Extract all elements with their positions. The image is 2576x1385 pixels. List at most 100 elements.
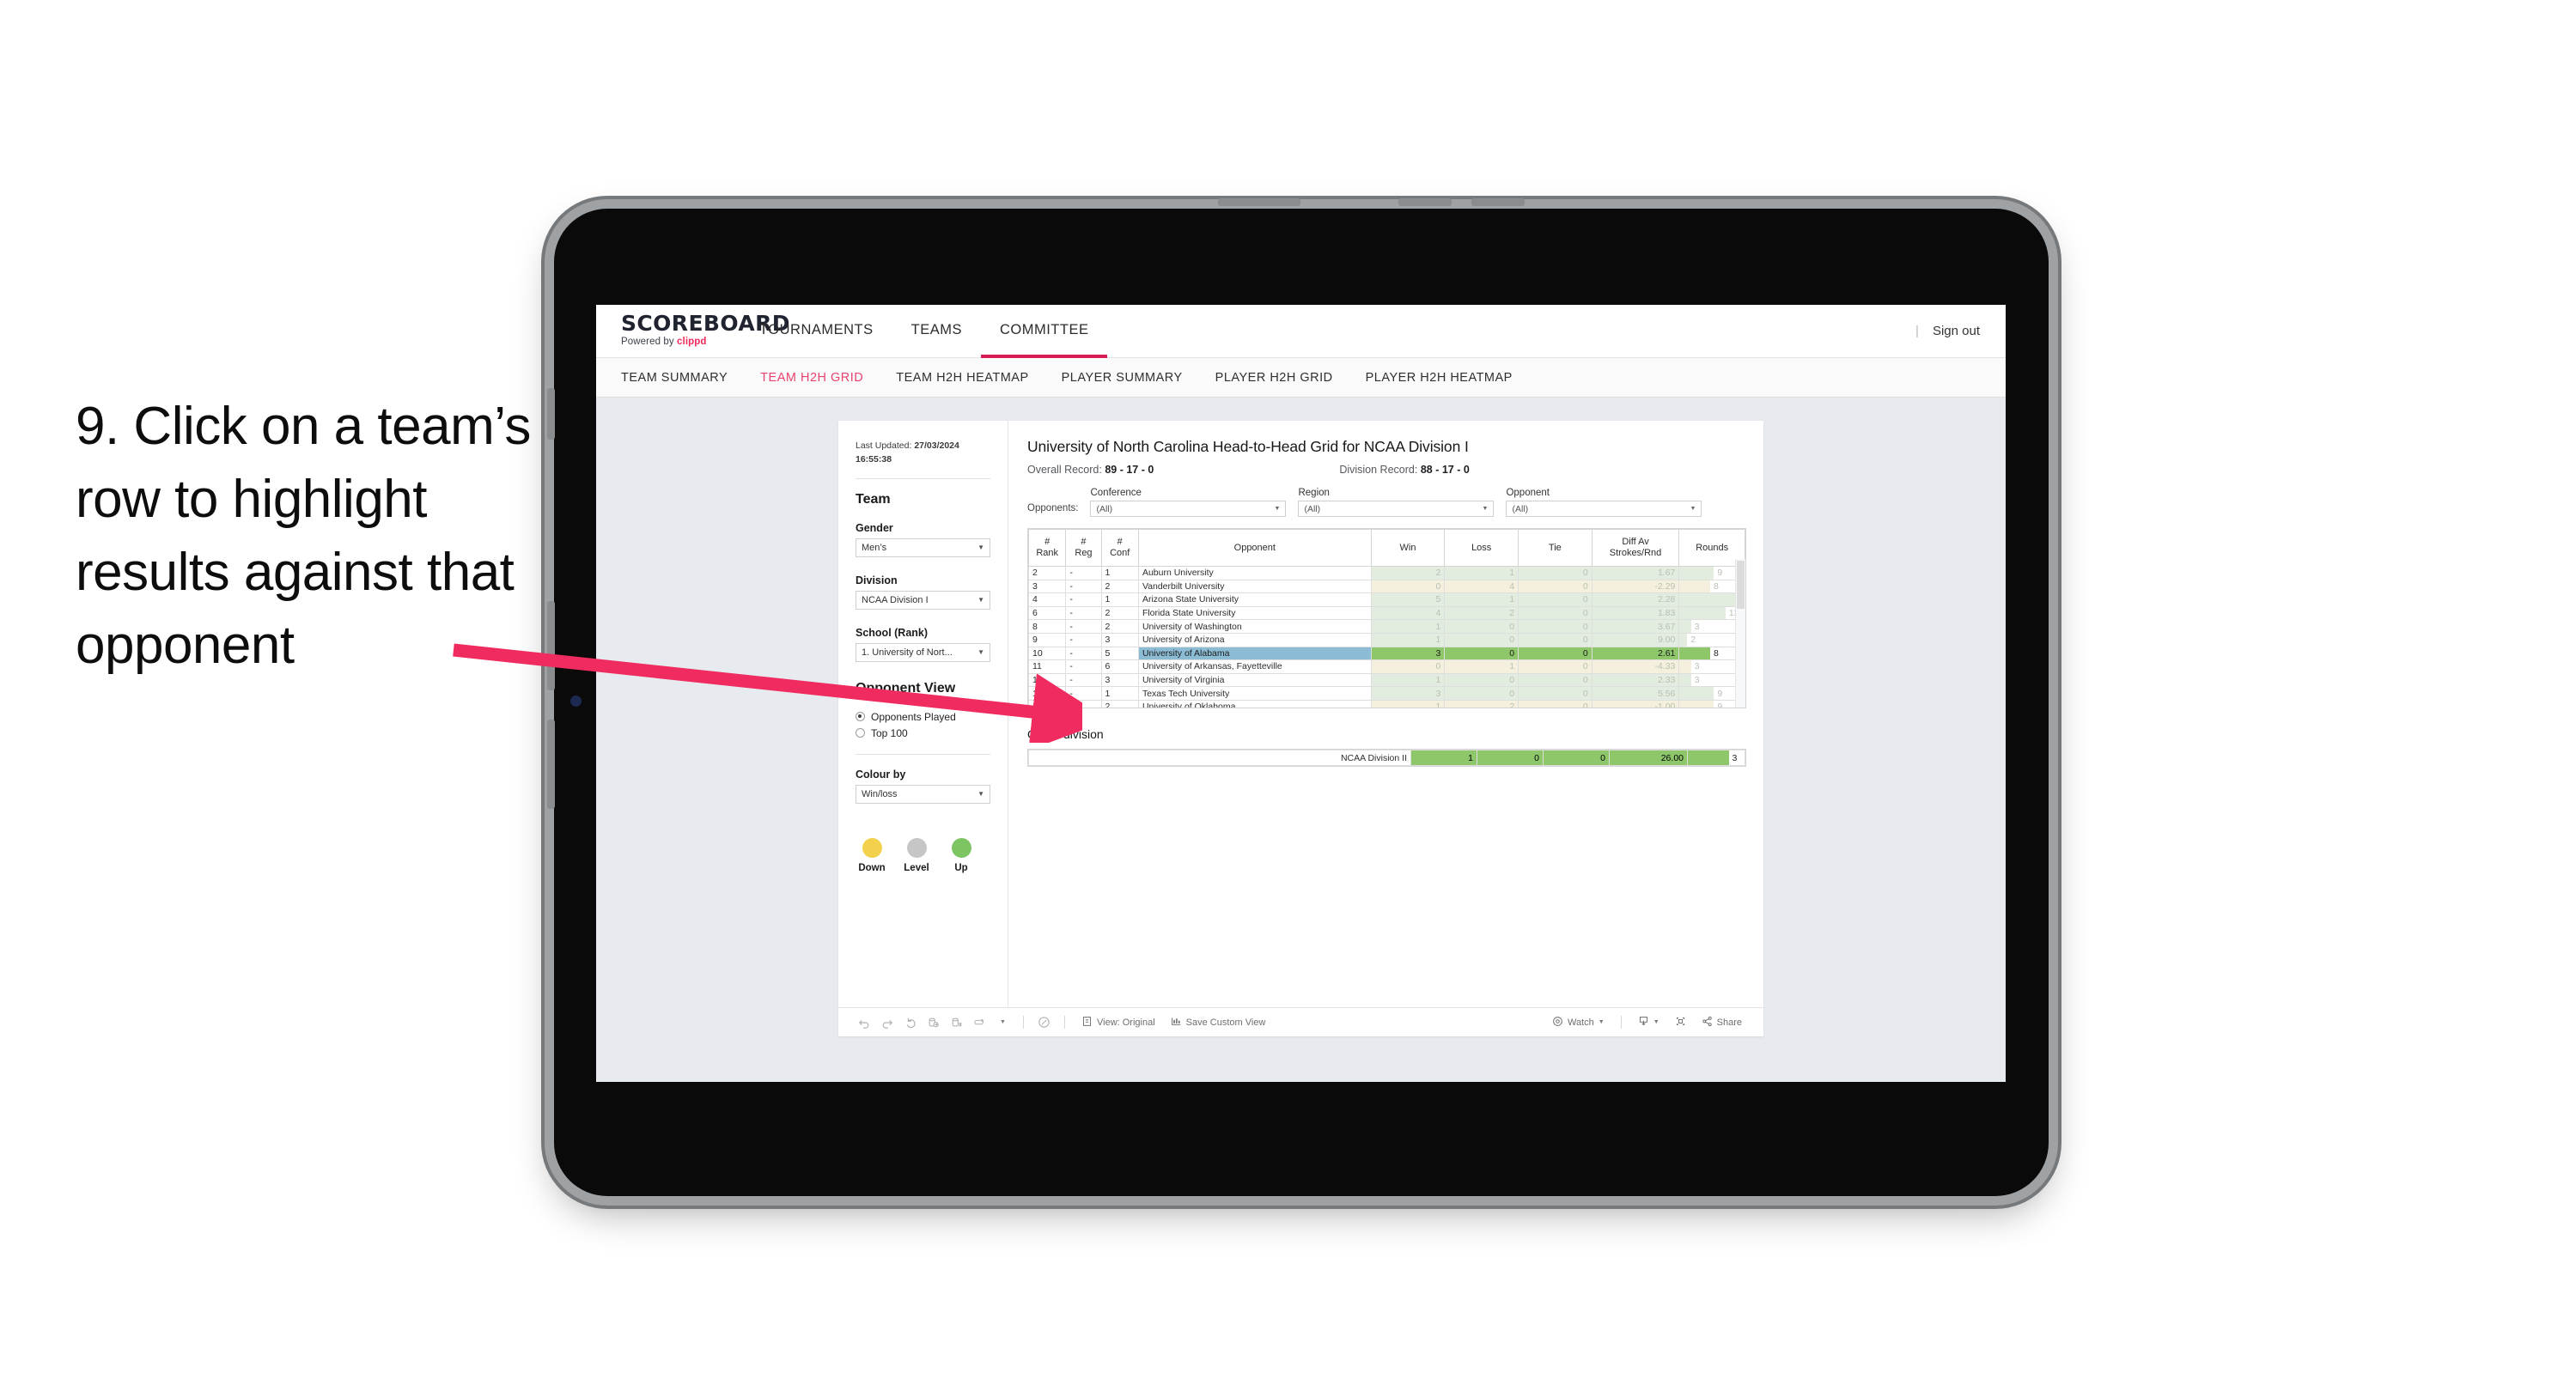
- cell-conf: 2: [1100, 699, 1139, 708]
- refresh-icon[interactable]: [922, 1013, 945, 1032]
- sidebar-divider-2: [856, 753, 990, 755]
- cell-diff-av-strokes: 5.56: [1591, 686, 1680, 701]
- sign-out-link[interactable]: Sign out: [1933, 324, 1980, 338]
- col-conf-l2: Conf: [1110, 548, 1130, 558]
- chevron-down-icon: ▼: [977, 790, 984, 798]
- out-of-division-row[interactable]: NCAA Division II 1 0 0 26.00 3: [1028, 750, 1745, 766]
- table-row[interactable]: 6-2 Florida State University 4 2 0 1.83 12: [1028, 605, 1745, 621]
- cell-opponent: Arizona State University: [1137, 592, 1372, 607]
- side-button-bottom[interactable]: [547, 720, 555, 809]
- subnav-team-h2h-grid[interactable]: TEAM H2H GRID: [760, 371, 863, 385]
- cell-rounds: 3: [1687, 750, 1745, 766]
- rounds-value: 3: [1694, 675, 1700, 686]
- grid-scrollbar-track[interactable]: [1735, 559, 1745, 708]
- opponent-filter-row: Opponents: Conference (All) ▼ Region (Al…: [1027, 488, 1746, 517]
- subnav-player-h2h-grid[interactable]: PLAYER H2H GRID: [1215, 371, 1333, 385]
- watch-button[interactable]: Watch ▼: [1544, 1013, 1612, 1032]
- subnav-team-summary[interactable]: TEAM SUMMARY: [621, 371, 728, 385]
- table-row[interactable]: 14-2 University of Oklahoma 1 2 0 -1.00 9: [1028, 699, 1745, 708]
- auto-update-icon[interactable]: [968, 1013, 991, 1032]
- cell-opponent: University of Oklahoma: [1137, 699, 1372, 708]
- volume-down-button[interactable]: [1471, 198, 1525, 206]
- table-row[interactable]: 13-1 Texas Tech University 3 0 0 5.56 9: [1028, 686, 1745, 701]
- subnav-player-summary[interactable]: PLAYER SUMMARY: [1062, 371, 1183, 385]
- view-original-button[interactable]: View: Original: [1074, 1013, 1163, 1032]
- nav-tournaments[interactable]: TOURNAMENTS: [740, 305, 892, 358]
- nav-teams[interactable]: TEAMS: [892, 305, 981, 358]
- school-rank-select[interactable]: 1. University of Nort... ▼: [856, 642, 990, 662]
- legend-dot-down: [862, 837, 882, 858]
- save-view-icon: [1171, 1016, 1182, 1030]
- power-button[interactable]: [1218, 198, 1300, 206]
- viz-toolbar: ▼ View: Original Save Custom View Watch …: [838, 1007, 1763, 1036]
- region-select[interactable]: (All) ▼: [1298, 501, 1495, 517]
- redo-icon[interactable]: [875, 1013, 898, 1032]
- rounds-value: 8: [1713, 580, 1719, 592]
- cell-rank: 3: [1028, 579, 1067, 594]
- cell-diff-av-strokes: 2.61: [1591, 646, 1680, 661]
- side-button-middle[interactable]: [547, 601, 555, 690]
- cell-tie: 0: [1518, 686, 1592, 701]
- presentation-mode-icon[interactable]: [1032, 1013, 1056, 1032]
- fullscreen-button[interactable]: [1667, 1013, 1694, 1032]
- table-row[interactable]: 8-2 University of Washington 1 0 0 3.67 3: [1028, 619, 1745, 634]
- chevron-down-icon: ▼: [977, 544, 984, 551]
- table-row[interactable]: 10-5 University of Alabama 3 0 0 2.61 8: [1028, 646, 1745, 661]
- cell-reg: -: [1065, 619, 1102, 634]
- view-original-label: View: Original: [1097, 1017, 1155, 1028]
- volume-up-button[interactable]: [1398, 198, 1452, 206]
- cell-diff-av-strokes: 2.28: [1591, 592, 1680, 607]
- colour-by-select[interactable]: Win/loss ▼: [856, 784, 990, 804]
- top-nav-items: TOURNAMENTS TEAMS COMMITTEE: [740, 305, 1108, 358]
- division-select[interactable]: NCAA Division I ▼: [856, 590, 990, 610]
- download-button[interactable]: ▼: [1630, 1013, 1667, 1032]
- opponent-value: (All): [1512, 503, 1529, 514]
- share-button[interactable]: Share: [1694, 1013, 1750, 1032]
- brand-powered-prefix: Powered by: [621, 337, 674, 347]
- conference-value: (All): [1096, 503, 1113, 514]
- table-row[interactable]: 3-2 Vanderbilt University 0 4 0 -2.29 8: [1028, 579, 1745, 594]
- cell-tie: 0: [1518, 659, 1592, 674]
- opponent-select[interactable]: (All) ▼: [1506, 501, 1702, 517]
- pause-icon[interactable]: [945, 1013, 968, 1032]
- cell-diff-av-strokes: 26.00: [1609, 750, 1688, 766]
- grid-scrollbar-thumb[interactable]: [1737, 561, 1745, 609]
- subnav-team-h2h-heatmap[interactable]: TEAM H2H HEATMAP: [896, 371, 1028, 385]
- undo-icon[interactable]: [852, 1013, 875, 1032]
- workspace: Last Updated: 27/03/2024 16:55:38 Team G…: [596, 398, 2006, 1082]
- cell-diff-av-strokes: -1.00: [1591, 699, 1680, 708]
- rounds-bar: [1679, 647, 1710, 659]
- cell-diff-av-strokes: 3.67: [1591, 619, 1680, 634]
- save-custom-view-button[interactable]: Save Custom View: [1163, 1013, 1274, 1032]
- table-row[interactable]: 12-3 University of Virginia 1 0 0 2.33 3: [1028, 672, 1745, 688]
- division-record-value: 88 - 17 - 0: [1420, 464, 1470, 476]
- revert-icon[interactable]: [898, 1013, 922, 1032]
- subnav-player-h2h-heatmap[interactable]: PLAYER H2H HEATMAP: [1366, 371, 1513, 385]
- overall-record-label: Overall Record:: [1027, 464, 1102, 476]
- cell-loss: 2: [1444, 605, 1519, 621]
- out-of-division-container: NCAA Division II 1 0 0 26.00 3: [1027, 749, 1746, 767]
- radio-top-100[interactable]: Top 100: [856, 727, 990, 739]
- conference-select[interactable]: (All) ▼: [1090, 501, 1287, 517]
- table-row[interactable]: 9-3 University of Arizona 1 0 0 9.00 2: [1028, 632, 1745, 647]
- toolbar-divider-3: [1620, 1016, 1622, 1029]
- h2h-grid-container: # Rank # Reg # Conf Opponent Win Loss Ti…: [1027, 528, 1746, 708]
- cell-win: 1: [1370, 632, 1446, 647]
- cell-tie: 0: [1518, 672, 1592, 688]
- radio-opponents-played[interactable]: Opponents Played: [856, 711, 990, 723]
- table-row[interactable]: 4-1Arizona State University5102.2817: [1028, 592, 1745, 607]
- colour-by-value: Win/loss: [862, 788, 898, 799]
- opponent-filter: Opponent (All) ▼: [1506, 488, 1702, 517]
- col-rank: # Rank: [1028, 529, 1067, 567]
- rounds-bar: [1679, 674, 1691, 686]
- table-row[interactable]: 11-6 University of Arkansas, Fayetteville…: [1028, 659, 1745, 674]
- cell-opponent: University of Arizona: [1137, 632, 1372, 647]
- auto-update-caret-icon[interactable]: ▼: [991, 1013, 1014, 1032]
- nav-committee[interactable]: COMMITTEE: [980, 305, 1108, 358]
- table-row[interactable]: 2-1 Auburn University 2 1 0 1.67 9: [1028, 566, 1745, 580]
- rounds-bar: [1688, 750, 1729, 765]
- gender-select[interactable]: Men’s ▼: [856, 538, 990, 557]
- side-button-top[interactable]: [547, 388, 555, 440]
- visualization-card: Last Updated: 27/03/2024 16:55:38 Team G…: [838, 421, 1763, 1036]
- opponents-label: Opponents:: [1027, 503, 1079, 513]
